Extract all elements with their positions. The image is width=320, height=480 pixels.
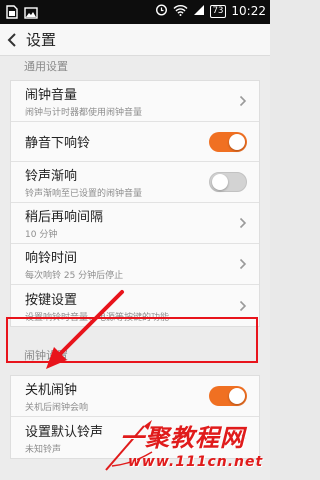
toggle-knob (212, 174, 228, 190)
status-bar: 73 10:22 (0, 0, 270, 24)
setting-title: 按键设置 (25, 292, 78, 308)
setting-subtitle: 闹钟与计时器都使用闹钟音量 (25, 108, 143, 118)
chevron-right-icon (239, 95, 247, 107)
section-header-general: 通用设置 (24, 60, 68, 73)
page-title: 设置 (26, 31, 57, 49)
alarm-settings-card: 关机闹钟 关机后闹钟会响 设置默认铃声 未知铃声 (10, 375, 260, 459)
signal-icon (193, 4, 205, 19)
alarm-icon (155, 3, 168, 19)
setting-subtitle: 设置响铃时音量、电源等按键的功能 (25, 312, 170, 323)
chevron-right-icon (239, 300, 247, 311)
back-button[interactable] (0, 24, 24, 56)
setting-title: 响铃时间 (25, 251, 78, 266)
setting-subtitle: 10 分钟 (25, 230, 58, 240)
toggle-knob (229, 388, 245, 404)
chevron-right-icon (239, 258, 247, 270)
toggle-knob (229, 133, 245, 150)
setting-snooze-interval[interactable]: 稍后再响间隔 10 分钟 (11, 203, 259, 244)
chevron-right-icon (239, 217, 247, 229)
setting-title: 设置默认铃声 (25, 424, 104, 440)
general-settings-card: 闹钟音量 闹钟与计时器都使用闹钟音量 静音下响铃 铃声渐响 铃声渐响至已设置的闹… (10, 80, 260, 327)
back-arrow-icon (7, 32, 16, 47)
setting-alarm-volume[interactable]: 闹钟音量 闹钟与计时器都使用闹钟音量 (11, 81, 259, 122)
toggle-switch-on[interactable] (209, 131, 247, 152)
setting-title: 稍后再响间隔 (25, 210, 104, 225)
setting-button-config[interactable]: 按键设置 设置响铃时音量、电源等按键的功能 (11, 285, 259, 326)
battery-icon: 73 (209, 4, 227, 18)
setting-subtitle: 未知铃声 (25, 444, 62, 455)
toggle-switch-off[interactable] (209, 172, 247, 192)
setting-ring-in-silent[interactable]: 静音下响铃 (11, 122, 259, 162)
toggle-switch-on[interactable] (209, 386, 247, 406)
setting-gradual-ring[interactable]: 铃声渐响 铃声渐响至已设置的闹钟音量 (11, 162, 259, 203)
setting-ring-duration[interactable]: 响铃时间 每次响铃 25 分钟后停止 (11, 244, 259, 285)
wifi-icon (173, 4, 188, 19)
sim-card-icon (6, 4, 18, 23)
chevron-right-icon (239, 432, 247, 443)
section-header-alarm: 闹钟设置 (24, 349, 68, 362)
title-bar: 设置 (0, 24, 270, 56)
status-time: 10:22 (231, 4, 266, 18)
setting-title: 闹钟音量 (25, 88, 78, 103)
setting-default-ringtone[interactable]: 设置默认铃声 未知铃声 (11, 417, 259, 458)
setting-poweroff-alarm[interactable]: 关机闹钟 关机后闹钟会响 (11, 376, 259, 417)
setting-subtitle: 每次响铃 25 分钟后停止 (25, 271, 124, 281)
settings-list[interactable]: 通用设置 闹钟音量 闹钟与计时器都使用闹钟音量 静音下响铃 铃声渐响 铃声渐响至… (0, 56, 270, 480)
image-icon (24, 4, 38, 23)
